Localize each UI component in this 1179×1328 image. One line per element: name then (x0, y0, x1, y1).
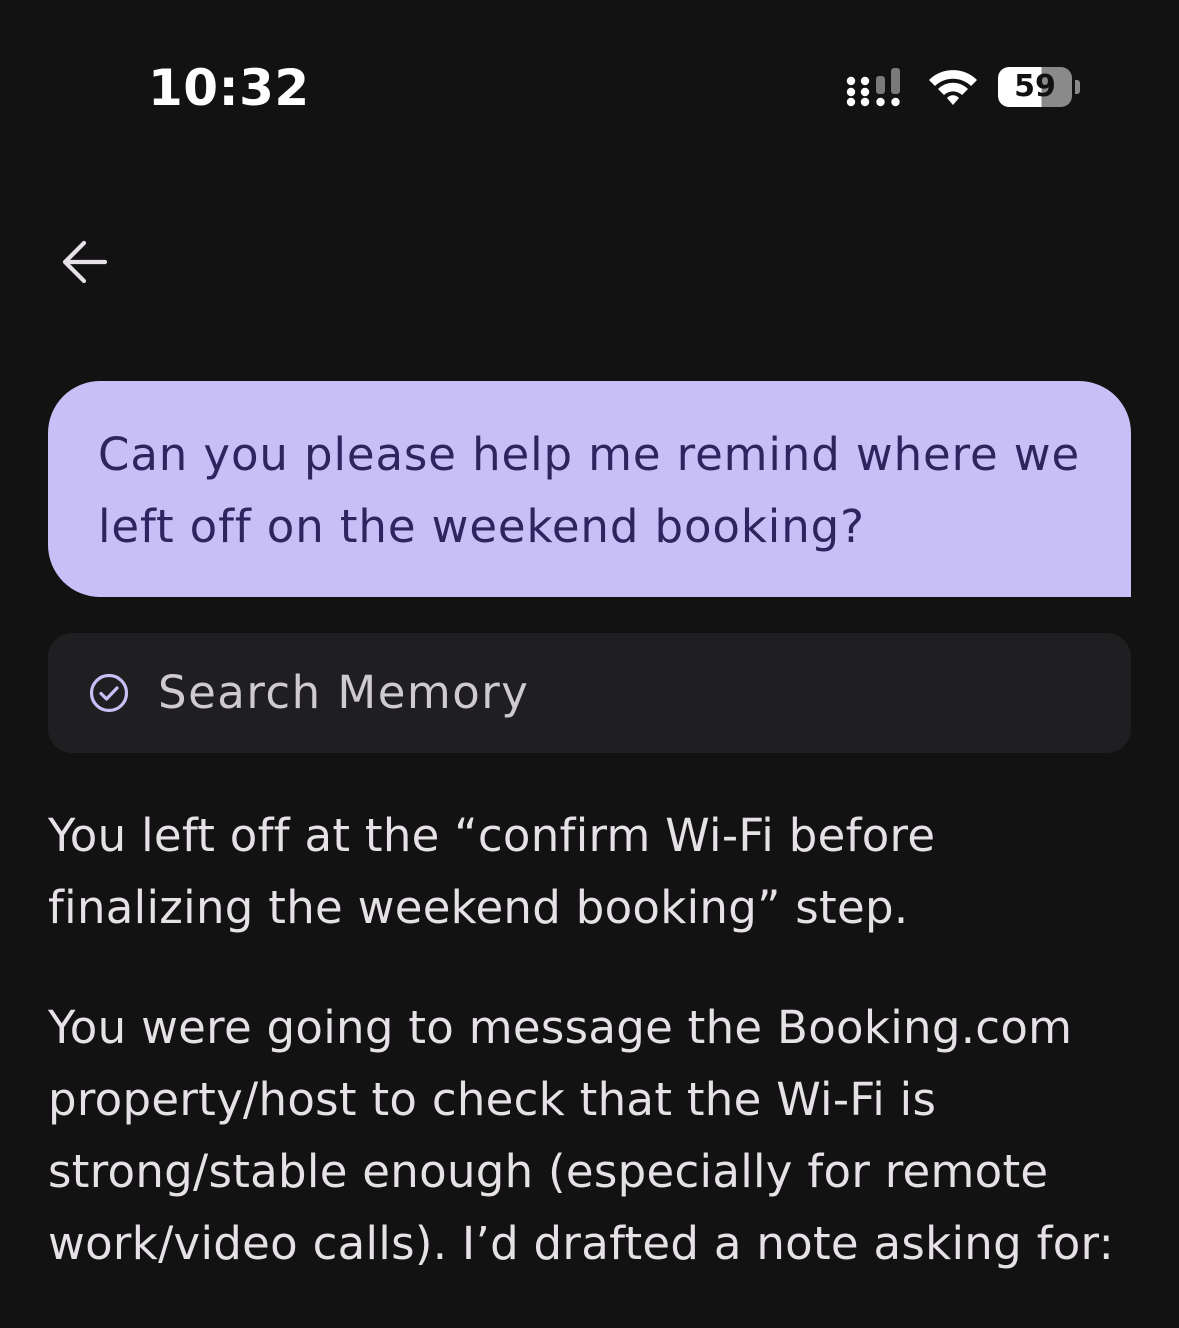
back-button[interactable] (50, 228, 118, 296)
battery-icon: 59 (998, 67, 1082, 109)
search-memory-label: Search Memory (158, 666, 530, 719)
status-time: 10:32 (148, 59, 310, 117)
wifi-icon (929, 70, 977, 105)
battery-cap (1075, 80, 1080, 94)
user-message-bubble: Can you please help me remind where we l… (48, 381, 1131, 597)
response-paragraph: You left off at the “confirm Wi-Fi befor… (48, 809, 936, 934)
signal-icon (846, 68, 900, 107)
battery-level: 59 (1014, 69, 1056, 104)
assistant-response: You left off at the “confirm Wi-Fi befor… (48, 800, 1138, 1328)
status-bar: 10:32 59 (0, 0, 1179, 180)
check-circle-icon (89, 673, 129, 713)
arrow-left-icon (62, 240, 108, 284)
user-message-text: Can you please help me remind where we l… (98, 428, 1081, 553)
search-memory-card[interactable]: Search Memory (48, 633, 1131, 753)
response-paragraph: You were going to message the Booking.co… (48, 1001, 1115, 1270)
